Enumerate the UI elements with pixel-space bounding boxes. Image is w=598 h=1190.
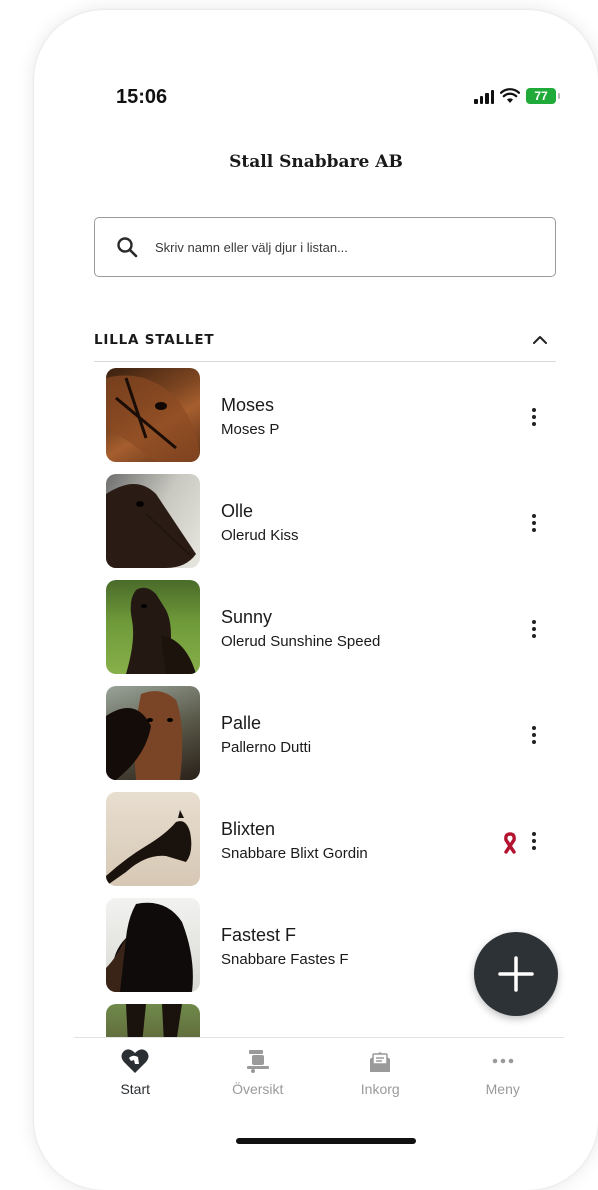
status-time: 15:06: [116, 86, 168, 108]
horse-photo: [106, 898, 200, 992]
horse-photo: [106, 686, 200, 780]
tab-oversikt[interactable]: Översikt: [197, 1038, 320, 1108]
awareness-ribbon-icon: [504, 832, 516, 854]
horse-registered-name: Moses P: [221, 421, 280, 438]
status-icons: 77: [474, 88, 560, 104]
tab-meny[interactable]: Meny: [442, 1038, 565, 1108]
phone-frame: 15:06 77 Stall Snabbare AB LILLA STALLET: [34, 10, 598, 1190]
tab-label: Inkorg: [360, 1081, 400, 1097]
list-item[interactable]: Sunny Olerud Sunshine Speed: [34, 580, 598, 686]
tab-start[interactable]: Start: [74, 1038, 197, 1108]
horse-name: Olle: [221, 501, 254, 521]
more-options-icon[interactable]: [526, 405, 542, 429]
horse-registered-name: Olerud Sunshine Speed: [221, 633, 381, 650]
chevron-up-icon[interactable]: [530, 332, 550, 348]
list-item[interactable]: Moses Moses P: [34, 368, 598, 474]
page-title: Stall Snabbare AB: [229, 152, 403, 172]
horse-name: Blixten: [221, 819, 276, 839]
battery-icon: 77: [526, 88, 560, 104]
horse-photo: [106, 474, 200, 568]
horse-photo: [106, 580, 200, 674]
horse-name: Moses: [221, 395, 275, 415]
tab-label: Översikt: [232, 1081, 284, 1097]
more-options-icon[interactable]: [526, 723, 542, 747]
section-header[interactable]: LILLA STALLET: [94, 322, 556, 362]
horse-name: Sunny: [221, 607, 273, 627]
list-item[interactable]: Palle Pallerno Dutti: [34, 686, 598, 792]
more-options-icon[interactable]: [526, 829, 542, 853]
horse-registered-name: Pallerno Dutti: [221, 739, 312, 756]
status-bar: 15:06 77: [34, 86, 598, 126]
search-input[interactable]: [153, 238, 537, 256]
horse-registered-name: Snabbare Fastes F: [221, 951, 349, 968]
section-title: LILLA STALLET: [94, 332, 215, 348]
horse-photo: [106, 792, 200, 886]
horse-name: Fastest F: [221, 925, 297, 945]
tab-inkorg[interactable]: Inkorg: [319, 1038, 442, 1108]
home-indicator: [236, 1138, 416, 1144]
more-options-icon[interactable]: [526, 511, 542, 535]
horse-heart-icon: [121, 1049, 149, 1073]
horse-trailer-icon: [246, 1050, 269, 1073]
search-icon: [117, 237, 138, 258]
horse-name: Palle: [221, 713, 262, 733]
horse-photo: [106, 1004, 200, 1038]
more-options-icon[interactable]: [526, 617, 542, 641]
horse-photo: [106, 368, 200, 462]
list-item[interactable]: Blixten Snabbare Blixt Gordin: [34, 792, 598, 898]
plus-icon: [498, 956, 534, 992]
list-item[interactable]: Olle Olerud Kiss: [34, 474, 598, 580]
wifi-icon: [500, 88, 520, 103]
bottom-tab-bar: Start Översikt Inkorg Meny: [74, 1037, 564, 1108]
more-dots-icon: [492, 1058, 514, 1064]
horse-registered-name: Olerud Kiss: [221, 527, 299, 544]
tab-label: Start: [120, 1081, 151, 1097]
search-box[interactable]: [94, 217, 556, 277]
cellular-signal-icon: [474, 88, 494, 104]
add-button[interactable]: [474, 932, 558, 1016]
tab-label: Meny: [485, 1081, 520, 1097]
horse-registered-name: Snabbare Blixt Gordin: [221, 845, 368, 862]
envelope-icon: [370, 1052, 391, 1072]
